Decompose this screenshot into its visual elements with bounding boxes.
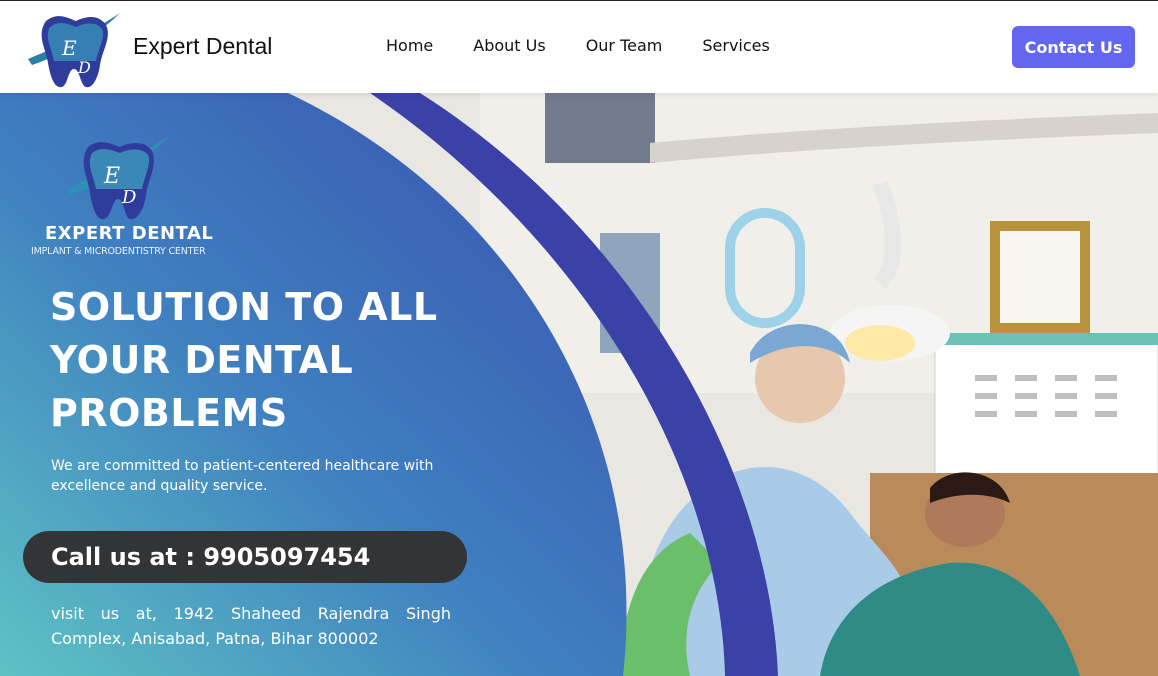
svg-text:D: D [121,187,137,208]
nav-about-us[interactable]: About Us [473,36,545,55]
hero-tagline: IMPLANT & MICRODENTISTRY CENTER [31,246,206,257]
nav-our-team[interactable]: Our Team [586,36,663,55]
call-us-pill[interactable]: Call us at : 9905097454 [23,531,467,583]
svg-text:E: E [103,164,120,189]
nav-home[interactable]: Home [386,36,433,55]
hero-banner: E D EXPERT DENTAL IMPLANT & MICRODENTIST… [0,93,1158,676]
hero-headline: SOLUTION TO ALL YOUR DENTAL PROBLEMS [50,281,470,440]
tooth-logo-icon: E D [28,13,120,88]
svg-text:E: E [61,36,77,60]
hero-address: visit us at, 1942 Shaheed Rajendra Singh… [51,604,451,648]
navbar: E D Expert Dental Home About Us Our Team… [0,0,1158,93]
site-logo[interactable]: E D [26,9,122,89]
contact-us-button[interactable]: Contact Us [1012,26,1135,68]
brand-name: Expert Dental [133,33,273,59]
hero-subtext: We are committed to patient-centered hea… [51,458,434,494]
main-nav: Home About Us Our Team Services [386,36,810,55]
headline-line-1: SOLUTION TO ALL [50,285,438,329]
nav-services[interactable]: Services [702,36,769,55]
svg-text:D: D [77,58,91,77]
headline-line-3: PROBLEMS [50,391,288,435]
hero-brand-name: EXPERT DENTAL [45,223,214,244]
headline-line-2: YOUR DENTAL [50,338,354,382]
tooth-logo-icon: E D [66,135,170,220]
